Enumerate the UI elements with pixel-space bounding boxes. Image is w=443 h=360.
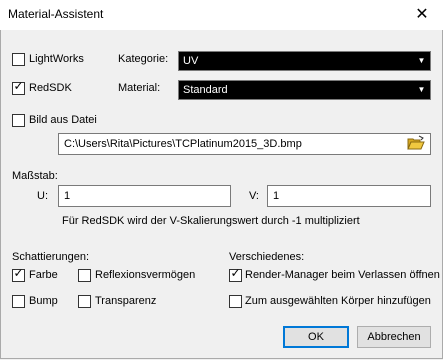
farbe-checkbox[interactable]: ✓ <box>12 266 25 282</box>
redsdk-label: RedSDK <box>29 82 72 94</box>
reflexion-checkbox[interactable] <box>78 269 91 282</box>
material-label: Material: <box>118 82 161 94</box>
reflexion-label: Reflexionsvermögen <box>95 269 196 281</box>
render-manager-checkbox[interactable]: ✓ <box>229 266 242 282</box>
v-value: 1 <box>273 190 280 202</box>
ok-button[interactable]: OK <box>283 326 349 348</box>
v-label: V: <box>249 190 259 202</box>
bild-checkbox[interactable] <box>12 114 25 127</box>
chevron-down-icon[interactable]: ▼ <box>414 82 429 98</box>
check-icon: ✓ <box>13 266 24 280</box>
kategorie-value: UV <box>183 55 199 67</box>
render-manager-label: Render-Manager beim Verlassen öffnen <box>245 269 440 281</box>
bump-label: Bump <box>29 295 58 307</box>
shading-title: Schattierungen: <box>12 251 90 263</box>
v-input[interactable]: 1 <box>267 185 431 207</box>
folder-open-icon[interactable] <box>407 135 425 154</box>
cancel-button[interactable]: Abbrechen <box>357 326 431 348</box>
window-title: Material-Assistent <box>8 7 104 21</box>
material-value: Standard <box>183 84 228 96</box>
chevron-down-icon[interactable]: ▼ <box>414 53 429 69</box>
file-path-value: C:\Users\Rita\Pictures\TCPlatinum2015_3D… <box>64 138 302 150</box>
material-select[interactable]: Standard ▼ <box>178 80 431 100</box>
title-bar: Material-Assistent ✕ <box>0 0 443 30</box>
check-icon: ✓ <box>13 79 24 93</box>
u-value: 1 <box>64 190 71 202</box>
scale-title: Maßstab: <box>12 170 58 182</box>
bild-label: Bild aus Datei <box>29 114 97 126</box>
transparenz-checkbox[interactable] <box>78 295 91 308</box>
farbe-label: Farbe <box>29 269 58 281</box>
u-label: U: <box>37 190 48 202</box>
scale-note: Für RedSDK wird der V-Skalierungswert du… <box>62 215 360 227</box>
close-icon[interactable]: ✕ <box>412 5 432 25</box>
misc-title: Verschiedenes: <box>229 251 305 263</box>
check-icon: ✓ <box>230 266 241 280</box>
u-input[interactable]: 1 <box>58 185 231 207</box>
lightworks-checkbox[interactable] <box>12 53 25 66</box>
add-to-body-checkbox[interactable] <box>229 295 242 308</box>
kategorie-label: Kategorie: <box>118 53 169 65</box>
add-to-body-label: Zum ausgewählten Körper hinzufügen <box>245 295 431 307</box>
transparenz-label: Transparenz <box>95 295 157 307</box>
file-path-field[interactable]: C:\Users\Rita\Pictures\TCPlatinum2015_3D… <box>58 133 431 155</box>
bump-checkbox[interactable] <box>12 295 25 308</box>
kategorie-select[interactable]: UV ▼ <box>178 51 431 71</box>
redsdk-checkbox[interactable]: ✓ <box>12 79 25 95</box>
lightworks-label: LightWorks <box>29 53 84 65</box>
